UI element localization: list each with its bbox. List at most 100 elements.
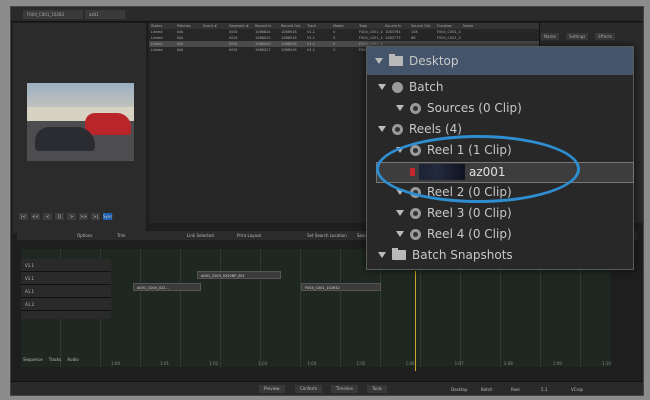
table-cell: Linked — [151, 48, 163, 52]
tab-audio-view[interactable]: Audio — [67, 357, 78, 362]
tab-conform-bottom[interactable]: Conform — [295, 385, 323, 393]
tree-item-batch-snapshots[interactable]: Batch Snapshots — [378, 245, 513, 265]
table-cell: V — [333, 42, 336, 46]
column-header[interactable]: Event # — [201, 24, 227, 28]
tab-preview[interactable]: Preview — [259, 385, 285, 393]
column-header[interactable]: Name — [461, 24, 487, 28]
folder-icon — [389, 54, 403, 66]
column-header[interactable]: Source Out — [409, 24, 435, 28]
expand-triangle-icon[interactable] — [378, 252, 386, 258]
link-selected-button[interactable]: Link Selected — [187, 233, 214, 238]
expand-triangle-icon[interactable] — [396, 210, 404, 216]
track-header[interactable]: A1.1 — [21, 285, 111, 298]
collapse-triangle-icon[interactable] — [375, 58, 383, 64]
step-back-button[interactable]: < — [43, 213, 52, 220]
column-header[interactable]: Segment # — [227, 24, 253, 28]
tab-name[interactable]: Name — [541, 33, 559, 40]
ruler-tick: 1:06 — [405, 361, 415, 366]
tab-source[interactable]: F004_C001_10283 — [23, 10, 83, 19]
column-header[interactable]: Duration — [435, 24, 461, 28]
table-cell: F004_C001_1028 — [437, 36, 461, 40]
column-header[interactable]: Media — [331, 24, 357, 28]
track-header[interactable]: V1.1 — [21, 272, 111, 285]
bottom-bar: Preview Conform Timeline Tools Desktop B… — [11, 381, 643, 395]
options-menu[interactable]: Options — [77, 233, 92, 238]
go-end-button[interactable]: >| — [91, 213, 100, 220]
highlight-oval — [376, 135, 580, 203]
status-batch[interactable]: Batch — [481, 387, 493, 392]
table-cell: V1.1 — [307, 48, 315, 52]
table-cell: 0001 — [229, 36, 238, 40]
track-header[interactable]: A1.2 — [21, 298, 111, 311]
table-cell: 1083775 — [385, 36, 401, 40]
tree-item-label: Sources (0 Clip) — [427, 101, 522, 115]
ruler-tick: 1:01 — [160, 361, 170, 366]
tree-item-batch[interactable]: Batch — [378, 77, 444, 97]
expand-triangle-icon[interactable] — [396, 231, 404, 237]
table-cell: 0001 — [229, 48, 238, 52]
expand-triangle-icon[interactable] — [378, 126, 386, 132]
stop-button[interactable]: [] — [55, 213, 64, 220]
table-cell: 1086000 — [255, 42, 271, 46]
column-header[interactable]: Patches — [175, 24, 201, 28]
status-audio[interactable]: 5.1 — [541, 387, 547, 392]
timeline-segment[interactable]: F004_C001_102842 — [301, 283, 381, 291]
track-header[interactable]: V1.1 — [21, 259, 111, 272]
table-cell: V — [333, 48, 336, 52]
trim-menu[interactable]: Trim — [117, 233, 126, 238]
table-cell: 1086020 — [255, 36, 271, 40]
tree-item-reel-4[interactable]: Reel 4 (0 Clip) — [396, 224, 512, 244]
transport-controls: |< << < [] > >> >| Sync — [19, 213, 144, 221]
print-layout-button[interactable]: Print Layout — [237, 233, 261, 238]
table-cell: N/A — [177, 42, 184, 46]
column-header[interactable]: Source In — [383, 24, 409, 28]
table-cell: 0001 — [229, 42, 238, 46]
column-header[interactable]: Track — [305, 24, 331, 28]
set-search-location-button[interactable]: Set Search Location — [307, 233, 347, 238]
desktop-label[interactable]: Desktop — [409, 54, 459, 68]
rewind-button[interactable]: << — [31, 213, 40, 220]
sync-button[interactable]: Sync — [103, 213, 113, 220]
ruler-tick: 1:10 — [601, 361, 611, 366]
column-header[interactable]: Record In — [253, 24, 279, 28]
tab-sequence[interactable]: az01 — [85, 10, 125, 19]
status-desktop[interactable]: Desktop — [451, 387, 468, 392]
table-cell: V — [333, 30, 336, 34]
tab-effects[interactable]: Effects — [595, 33, 616, 40]
fast-forward-button[interactable]: >> — [79, 213, 88, 220]
table-cell: V1.1 — [307, 42, 315, 46]
column-header[interactable]: Status — [149, 24, 175, 28]
playhead[interactable] — [415, 271, 416, 371]
tab-tracks-view[interactable]: Tracks — [49, 357, 62, 362]
expand-triangle-icon[interactable] — [396, 105, 404, 111]
tree-item-label: Reel 4 (0 Clip) — [427, 227, 512, 241]
tab-timeline[interactable]: Timeline — [331, 385, 359, 393]
table-cell: V1.1 — [307, 36, 315, 40]
tab-sequence-view[interactable]: Sequence — [23, 357, 43, 362]
ruler-tick: 1:00 — [111, 361, 120, 366]
tab-tools[interactable]: Tools — [367, 385, 387, 393]
table-cell: N/A — [177, 48, 184, 52]
tab-settings[interactable]: Settings — [565, 33, 589, 40]
timeline-segment[interactable]: A001_C004_022... — [133, 283, 201, 291]
tree-item-reel-3[interactable]: Reel 3 (0 Clip) — [396, 203, 512, 223]
status-reel[interactable]: Reel — [511, 387, 520, 392]
column-header[interactable]: Record Out — [279, 24, 305, 28]
tree-item-sources[interactable]: Sources (0 Clip) — [396, 98, 522, 118]
tree-item-label: Reel 3 (0 Clip) — [427, 206, 512, 220]
ruler-tick: 1:02 — [209, 361, 219, 366]
expand-triangle-icon[interactable] — [378, 84, 386, 90]
ruler-tick: 1:05 — [356, 361, 366, 366]
timeline-segment[interactable]: A001_C003_0320NP_001 — [197, 271, 281, 279]
table-cell: V — [333, 36, 336, 40]
table-cell: N/A — [177, 36, 184, 40]
reels-group-icon — [392, 123, 403, 135]
play-button[interactable]: > — [67, 213, 76, 220]
table-cell: N/A — [177, 30, 184, 34]
column-header[interactable]: Tape — [357, 24, 383, 28]
table-cell: 108 — [411, 30, 418, 34]
table-cell: 1086027 — [255, 48, 271, 52]
status-vcrop[interactable]: VCrop — [571, 387, 583, 392]
go-start-button[interactable]: |< — [19, 213, 28, 220]
table-cell: Linked — [151, 42, 163, 46]
